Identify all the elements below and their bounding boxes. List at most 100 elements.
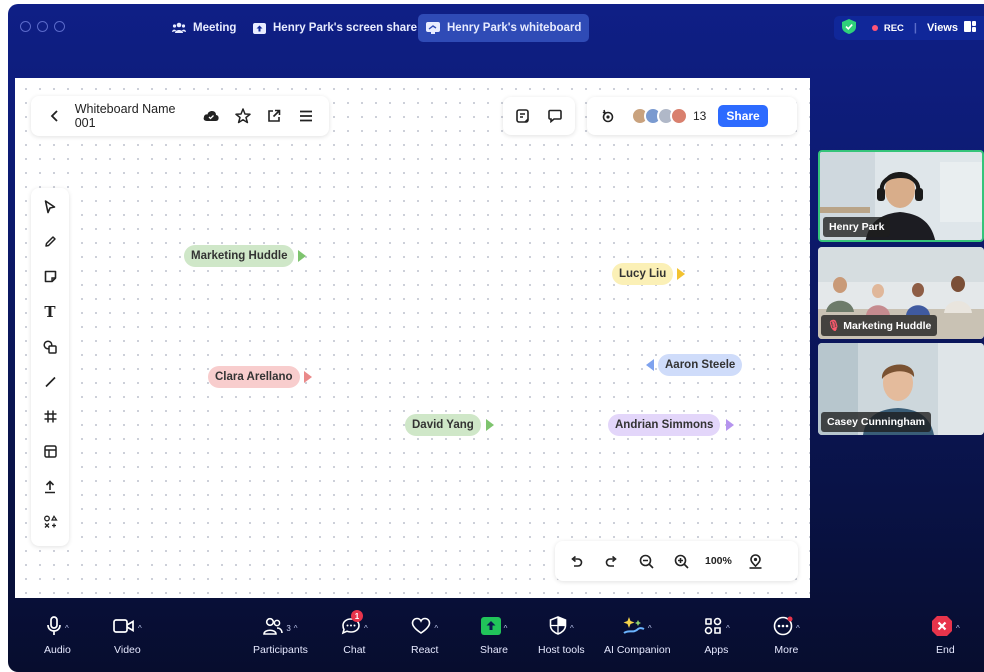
follow-view-icon[interactable] — [597, 105, 619, 127]
react-button[interactable]: ^ React — [411, 614, 438, 656]
cursor-arrow-icon — [677, 268, 686, 280]
notes-icon[interactable] — [513, 105, 533, 127]
divider: | — [913, 22, 917, 34]
share-button[interactable]: Share — [718, 105, 768, 127]
ai-companion-options-chevron-icon[interactable]: ^ — [648, 624, 652, 633]
redo-icon[interactable] — [600, 550, 622, 572]
whiteboard-tool-palette: T — [31, 188, 69, 546]
ai-companion-icon — [623, 616, 645, 641]
participant-name: Henry Park — [823, 217, 891, 237]
recording-status[interactable]: REC | Views — [833, 16, 984, 40]
open-external-icon[interactable] — [264, 105, 286, 127]
participants-button[interactable]: 3 ^ Participants — [253, 614, 308, 656]
select-icon[interactable] — [40, 196, 60, 217]
zoom-out-icon[interactable] — [635, 550, 657, 572]
shield-icon — [549, 616, 567, 640]
minimize-window-button[interactable] — [37, 21, 48, 32]
control-label: Host tools — [538, 644, 585, 656]
back-chevron-icon[interactable] — [43, 105, 65, 127]
share-screen-button[interactable]: ^ Share — [480, 614, 508, 656]
video-options-chevron-icon[interactable]: ^ — [138, 624, 142, 633]
video-tile-casey-cunningham[interactable]: Casey Cunningham — [818, 343, 984, 435]
cursor-label: Clara Arellano — [208, 366, 300, 388]
end-options-chevron-icon[interactable]: ^ — [956, 624, 960, 633]
video-tile-marketing-huddle[interactable]: 🎙 Marketing Huddle — [818, 247, 984, 339]
video-button[interactable]: ^ Video — [113, 614, 142, 656]
apps-button[interactable]: ^ Apps — [703, 614, 730, 656]
control-label: Chat — [343, 644, 366, 656]
comment-icon[interactable] — [545, 105, 565, 127]
collaborator-avatars[interactable]: 13 — [631, 107, 706, 125]
cursor-arrow-icon — [303, 371, 312, 383]
cursor-label: Lucy Liu — [612, 263, 674, 285]
chat-options-chevron-icon[interactable]: ^ — [364, 624, 368, 633]
hamburger-menu-icon[interactable] — [295, 105, 317, 127]
more-tools-icon[interactable] — [40, 511, 60, 532]
tab-screen-share[interactable]: Henry Park's screen share — [244, 14, 425, 42]
frame-icon[interactable] — [40, 406, 60, 427]
audio-button[interactable]: ^ Audio — [44, 614, 71, 656]
microphone-icon — [46, 615, 62, 641]
line-icon[interactable] — [40, 371, 60, 392]
zoom-in-icon[interactable] — [670, 550, 692, 572]
template-icon[interactable] — [40, 441, 60, 462]
sticky-note-icon[interactable] — [40, 266, 60, 287]
comment-tools — [503, 97, 575, 135]
title-bar: Meeting Henry Park's screen share Henry … — [8, 4, 984, 50]
share-screen-icon — [480, 616, 501, 640]
participants-icon — [263, 617, 284, 640]
share-options-chevron-icon[interactable]: ^ — [504, 624, 508, 633]
video-camera-icon — [113, 618, 135, 639]
cursor-label: David Yang — [405, 414, 481, 436]
apps-options-chevron-icon[interactable]: ^ — [726, 624, 730, 633]
cursor-lucy-liu: Lucy Liu — [612, 263, 686, 285]
tab-whiteboard[interactable]: Henry Park's whiteboard — [418, 14, 590, 42]
whiteboard-name[interactable]: Whiteboard Name 001 — [75, 102, 198, 130]
muted-microphone-icon: 🎙 — [827, 320, 841, 332]
react-options-chevron-icon[interactable]: ^ — [434, 624, 438, 633]
screen-share-icon — [252, 22, 266, 34]
host-tools-button[interactable]: ^ Host tools — [538, 614, 585, 656]
zoom-level[interactable]: 100% — [705, 555, 732, 567]
end-meeting-button[interactable]: ^ End — [931, 614, 960, 656]
text-icon[interactable]: T — [40, 301, 60, 322]
tab-meeting[interactable]: Meeting — [164, 14, 244, 42]
control-label: End — [936, 644, 955, 656]
cursor-label: Aaron Steele — [658, 354, 743, 376]
control-label: AI Companion — [604, 644, 671, 656]
meeting-people-icon — [172, 22, 186, 34]
cursor-andrian-simmons: Andrian Simmons — [608, 414, 735, 436]
participant-name: Marketing Huddle — [843, 320, 932, 332]
views-layout-icon — [964, 21, 976, 35]
video-tile-henry-park[interactable]: Henry Park — [818, 150, 984, 242]
more-button[interactable]: ^ More — [773, 614, 800, 656]
participants-options-chevron-icon[interactable]: ^ — [294, 624, 298, 633]
pen-icon[interactable] — [40, 231, 60, 252]
control-label: More — [774, 644, 799, 656]
close-window-button[interactable] — [20, 21, 31, 32]
cursor-label: Andrian Simmons — [608, 414, 721, 436]
avatar — [670, 107, 688, 125]
more-options-chevron-icon[interactable]: ^ — [796, 624, 800, 633]
control-label: Audio — [44, 644, 71, 656]
host-tools-options-chevron-icon[interactable]: ^ — [570, 624, 574, 633]
control-label: Apps — [704, 644, 729, 656]
audio-options-chevron-icon[interactable]: ^ — [65, 624, 69, 633]
chat-button[interactable]: 1 ^ Chat — [341, 610, 368, 656]
views-label[interactable]: Views — [927, 22, 958, 34]
meeting-controls: ^ Audio ^ Video 3 ^ Participants 1 ^ Cha… — [8, 600, 984, 672]
heart-icon — [411, 617, 431, 640]
shapes-icon[interactable] — [40, 336, 60, 357]
undo-icon[interactable] — [565, 550, 587, 572]
star-icon[interactable] — [232, 105, 254, 127]
ai-companion-button[interactable]: ^ AI Companion — [604, 614, 671, 656]
cursor-arrow-icon — [298, 250, 307, 262]
more-icon — [773, 616, 793, 641]
upload-icon[interactable] — [40, 476, 60, 497]
locate-icon[interactable] — [745, 550, 767, 572]
maximize-window-button[interactable] — [54, 21, 65, 32]
whiteboard-header-toolbar: Whiteboard Name 001 — [31, 96, 329, 136]
cursor-arrow-icon — [646, 359, 654, 371]
whiteboard-canvas[interactable]: Whiteboard Name 001 13 Share T Marketing… — [15, 78, 810, 598]
rec-dot-icon — [871, 25, 878, 31]
